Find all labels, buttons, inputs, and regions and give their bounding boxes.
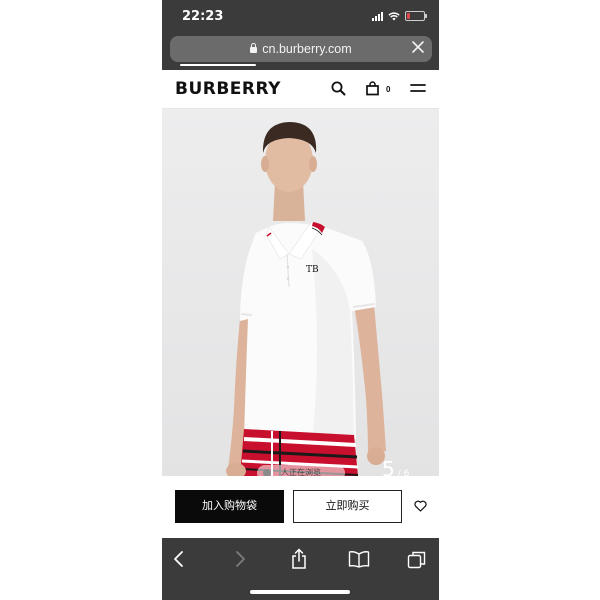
url-text: cn.burberry.com	[262, 42, 352, 56]
product-image[interactable]: TB 人正在浏览 5/ 6	[162, 109, 439, 476]
browser-address-area: cn.burberry.com	[162, 34, 439, 70]
address-display: cn.burberry.com	[170, 42, 432, 56]
cart-count: 0	[386, 85, 391, 94]
battery-level	[407, 13, 411, 19]
image-counter: 5/ 6	[382, 457, 409, 476]
viewing-text: 人正在浏览	[281, 468, 321, 476]
phone-screen: 22:23 cn.burberry.com BURBERRY 0 TB 人正在浏…	[162, 0, 439, 600]
image-index: 5	[382, 457, 395, 476]
status-icons	[372, 11, 427, 21]
battery-icon	[405, 11, 427, 21]
menu-icon[interactable]	[410, 83, 426, 94]
viewing-badge: 人正在浏览	[257, 465, 345, 476]
back-icon[interactable]	[172, 550, 186, 568]
image-total: / 6	[397, 469, 410, 476]
bookmarks-icon[interactable]	[348, 550, 370, 568]
search-icon[interactable]	[331, 81, 346, 96]
bag-icon[interactable]	[365, 81, 380, 96]
heart-icon[interactable]	[414, 500, 427, 512]
viewers-icon	[263, 469, 271, 476]
address-bar[interactable]: cn.burberry.com	[170, 36, 432, 66]
wifi-icon	[388, 11, 400, 20]
site-logo[interactable]: BURBERRY	[175, 79, 281, 99]
buy-now-button[interactable]: 立即购买	[293, 490, 402, 523]
cellular-signal-icon	[372, 11, 383, 21]
share-icon[interactable]	[290, 548, 308, 570]
close-icon[interactable]	[410, 39, 426, 55]
svg-text:TB: TB	[306, 265, 319, 275]
browser-toolbar	[162, 538, 439, 600]
status-time: 22:23	[182, 9, 224, 24]
lock-icon	[250, 43, 258, 53]
add-to-bag-button[interactable]: 加入购物袋	[175, 490, 284, 523]
status-bar: 22:23	[162, 0, 439, 34]
site-header: BURBERRY 0	[162, 70, 439, 109]
page-load-progress	[180, 64, 256, 66]
tabs-icon[interactable]	[407, 550, 427, 570]
home-indicator	[250, 590, 350, 594]
forward-icon[interactable]	[233, 550, 247, 568]
model-photo: TB	[162, 109, 439, 476]
